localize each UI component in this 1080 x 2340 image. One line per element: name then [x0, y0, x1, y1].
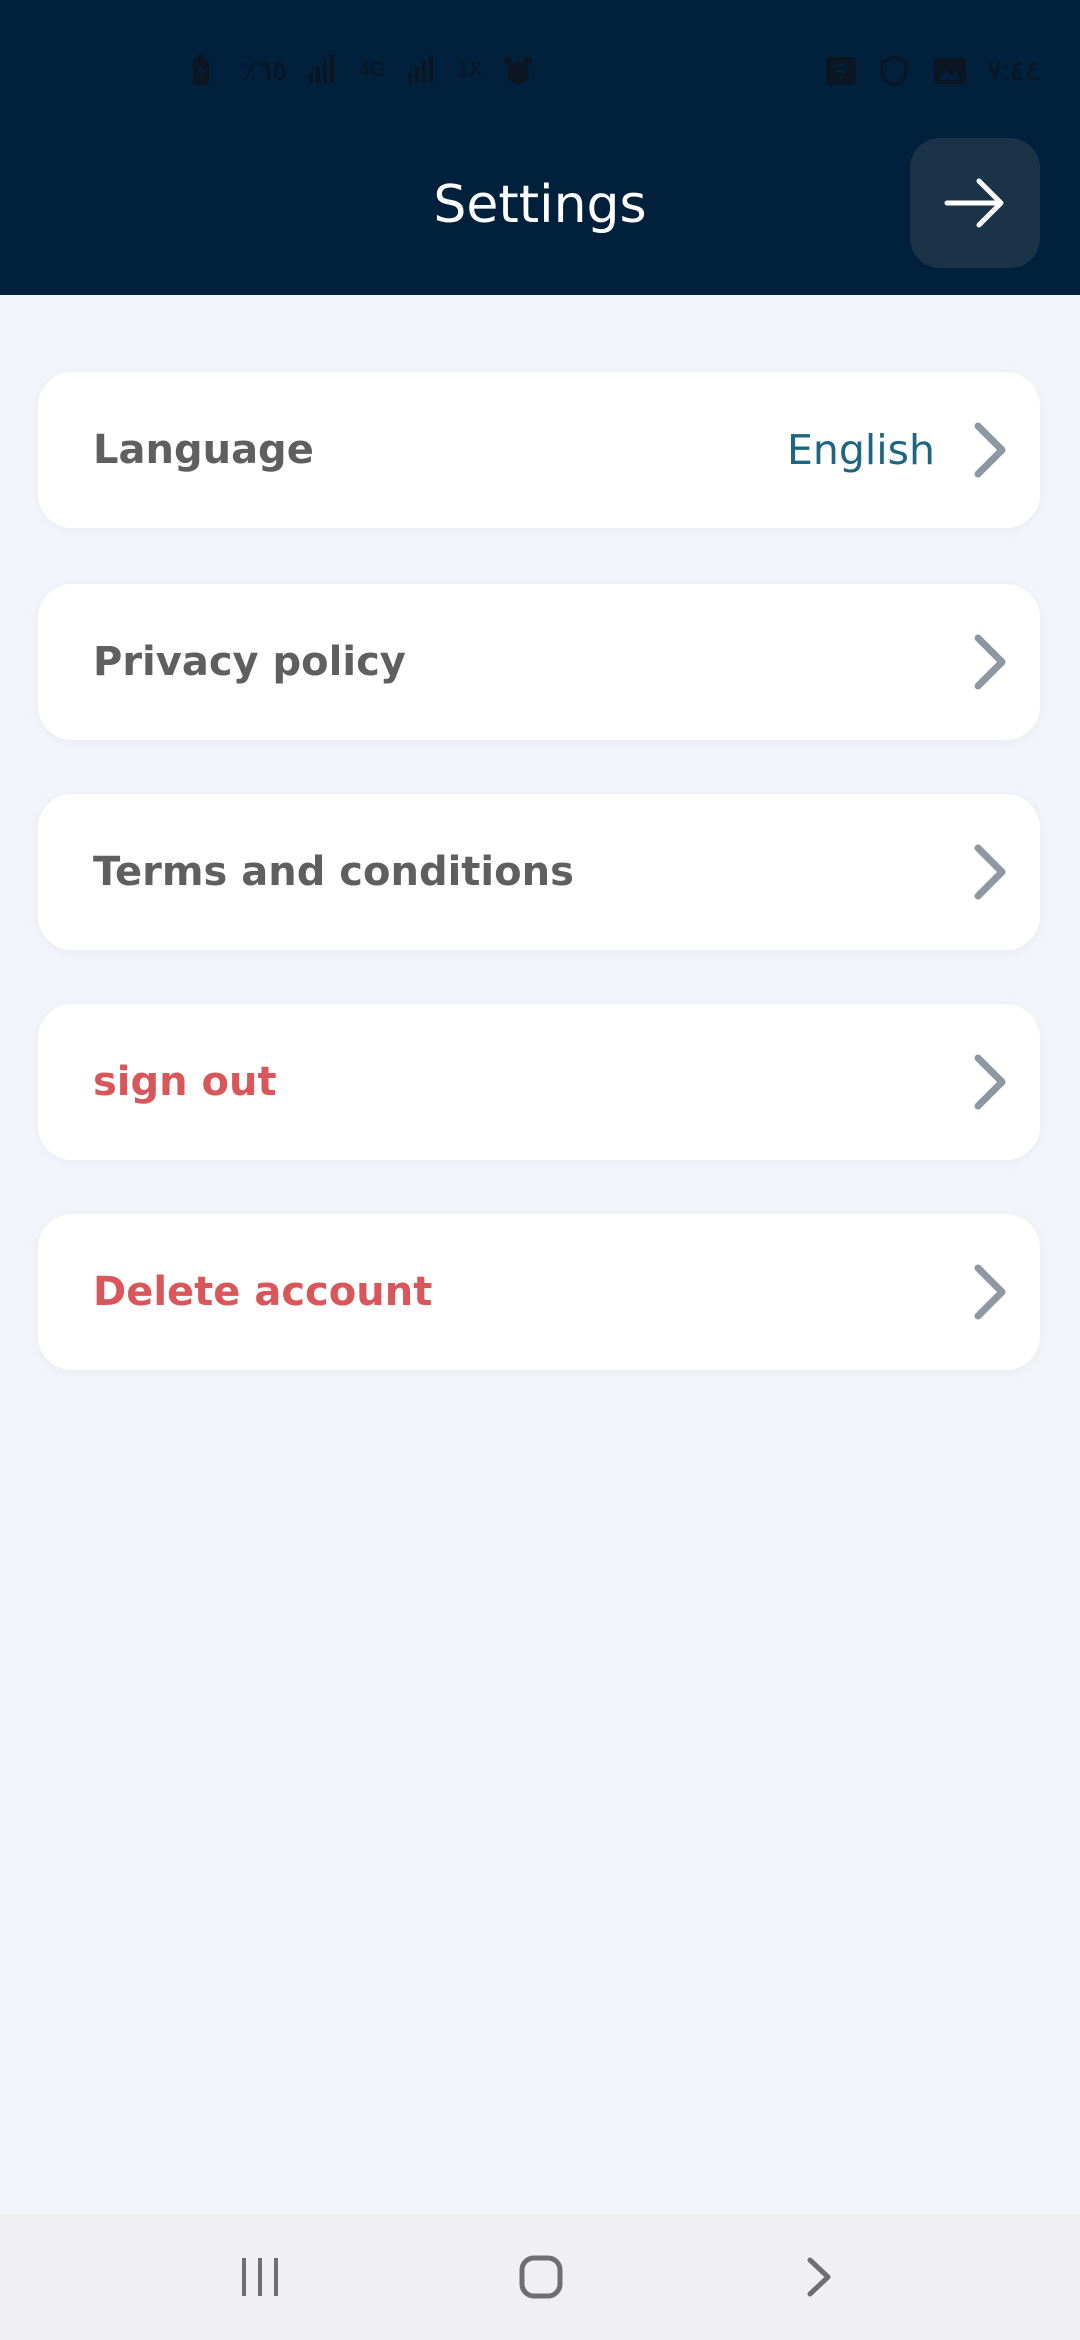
signal-icon-2 — [406, 54, 438, 87]
settings-item-label: Language — [93, 427, 314, 473]
app-header: ٪٦٥ 4G 1X ٧:٤٤ Settings — [0, 0, 1080, 295]
arrow-right-icon — [944, 178, 1004, 228]
chevron-right-icon — [974, 1264, 1006, 1320]
settings-item-label: Delete account — [93, 1269, 433, 1315]
shield-icon — [879, 54, 911, 87]
image-icon — [933, 55, 967, 87]
chevron-right-icon — [974, 844, 1006, 900]
alarm-icon — [502, 55, 534, 87]
chevron-right-icon — [974, 634, 1006, 690]
network-type: 4G — [359, 59, 386, 81]
status-left: ٪٦٥ 4G 1X — [190, 54, 534, 87]
signal-icon — [307, 54, 339, 87]
recent-apps-icon[interactable] — [238, 2252, 282, 2307]
network-speed: 1X — [457, 59, 483, 81]
chevron-right-icon — [974, 1054, 1006, 1110]
status-right: ٧:٤٤ — [825, 54, 1040, 87]
settings-item-sign-out[interactable]: sign out — [38, 1004, 1040, 1160]
settings-item-label: sign out — [93, 1059, 277, 1105]
language-value: English — [786, 426, 935, 474]
settings-item-label: Terms and conditions — [93, 849, 574, 895]
chevron-right-icon — [974, 422, 1006, 478]
settings-item-label: Privacy policy — [93, 639, 406, 685]
back-button[interactable] — [910, 138, 1040, 268]
back-icon[interactable] — [800, 2252, 840, 2307]
wifi-icon — [825, 55, 857, 87]
settings-item-terms[interactable]: Terms and conditions — [38, 794, 1040, 950]
status-bar: ٪٦٥ 4G 1X ٧:٤٤ — [0, 40, 1080, 106]
settings-item-language[interactable]: Language English — [38, 372, 1040, 528]
home-icon[interactable] — [518, 2252, 564, 2307]
clock: ٧:٤٤ — [987, 55, 1040, 86]
system-nav-bar — [0, 2214, 1080, 2340]
battery-percent: ٪٦٥ — [242, 55, 288, 86]
settings-item-privacy-policy[interactable]: Privacy policy — [38, 584, 1040, 740]
battery-charging-icon — [190, 54, 222, 87]
settings-item-delete-account[interactable]: Delete account — [38, 1214, 1040, 1370]
